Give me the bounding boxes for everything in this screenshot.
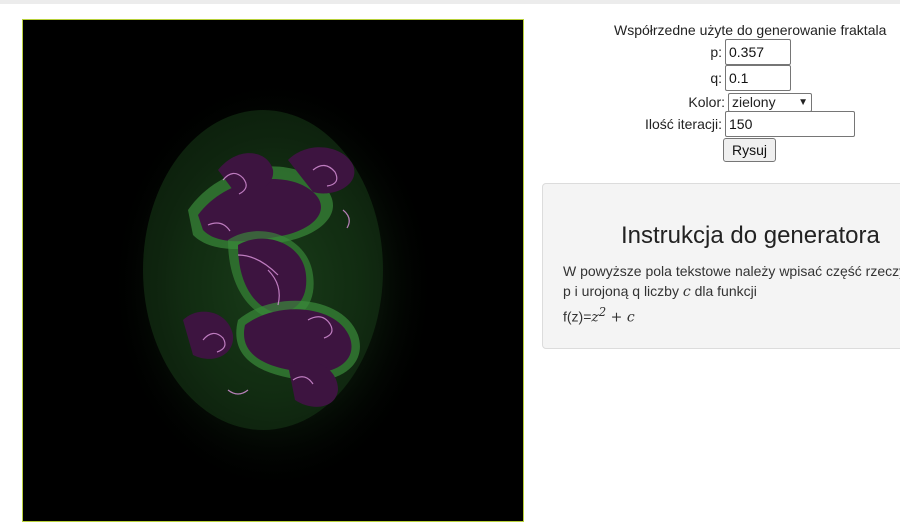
instructions-title: Instrukcja do generatora <box>621 222 880 249</box>
instructions-formula: f(z)=z2 + c <box>563 305 635 326</box>
top-strip <box>0 0 900 4</box>
iterations-row: Ilość iteracji: <box>600 111 855 137</box>
instructions-text: W powyższe pola tekstowe należy wpisać c… <box>563 261 900 328</box>
instructions-line-2: p i urojoną q liczby c dla funkcji <box>563 283 757 300</box>
fractal-canvas[interactable] <box>22 19 524 522</box>
draw-button[interactable]: Rysuj <box>723 138 776 162</box>
p-input[interactable] <box>725 39 791 65</box>
q-row: q: <box>600 65 791 91</box>
p-row: p: <box>600 39 791 65</box>
q-label: q: <box>710 70 722 86</box>
color-select[interactable]: zielony ▼ <box>728 92 812 112</box>
julia-fractal-image <box>23 20 523 521</box>
q-input[interactable] <box>725 65 791 91</box>
chevron-down-icon: ▼ <box>798 96 808 108</box>
p-label: p: <box>710 44 722 60</box>
instructions-line-1: W powyższe pola tekstowe należy wpisać c… <box>563 263 900 279</box>
instructions-panel: Instrukcja do generatora W powyższe pola… <box>542 183 900 349</box>
iterations-input[interactable] <box>725 111 855 137</box>
color-select-value: zielony <box>732 94 776 110</box>
variable-c: c <box>682 284 691 300</box>
form-title: Współrzedne użyte do generowanie fraktal… <box>614 22 887 38</box>
color-label: Kolor: <box>688 94 725 110</box>
iterations-label: Ilość iteracji: <box>644 116 722 132</box>
